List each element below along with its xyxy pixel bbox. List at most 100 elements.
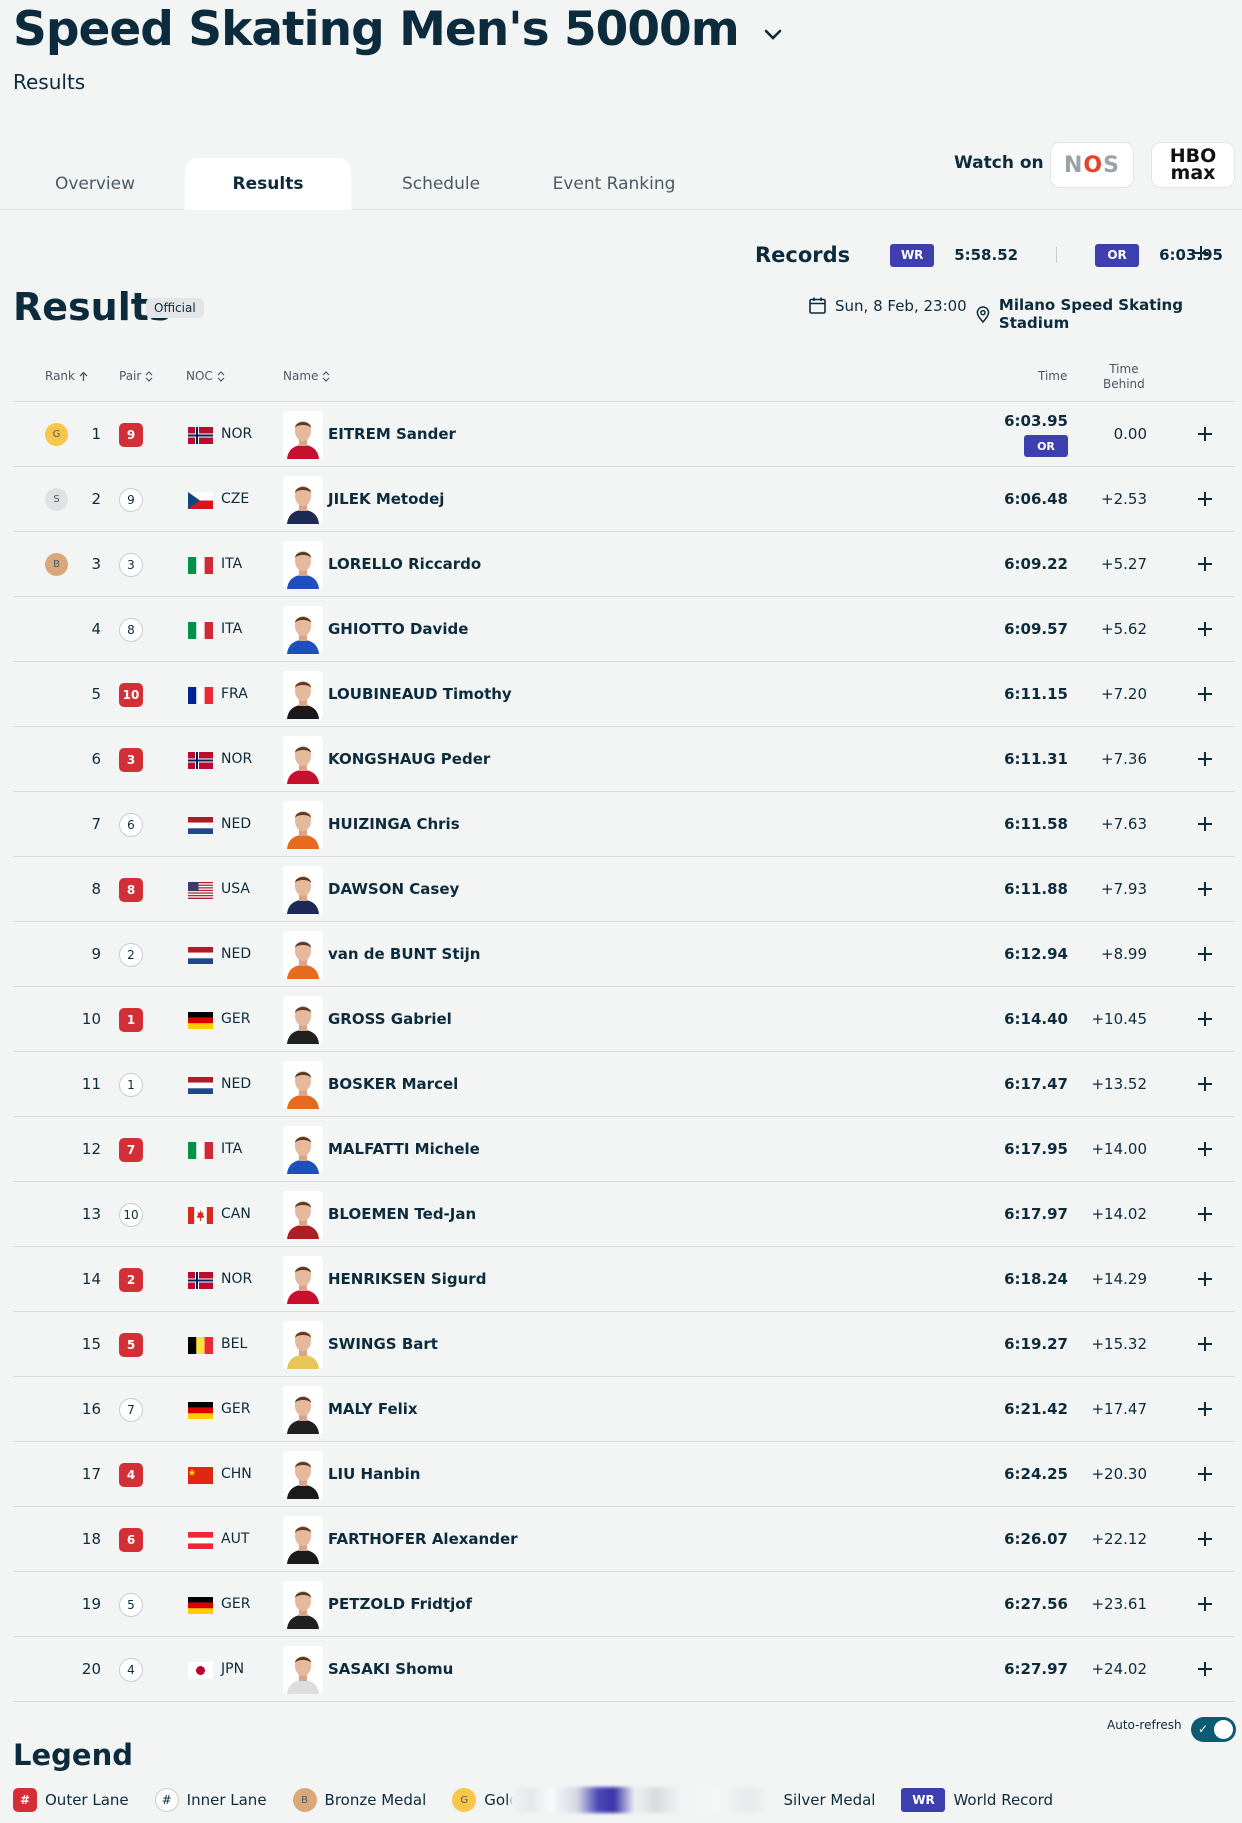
name-column-header[interactable]: Name <box>283 369 330 383</box>
flag-ned-icon <box>188 1077 213 1094</box>
athlete-name[interactable]: BOSKER Marcel <box>328 1075 458 1093</box>
time-header-label: Time <box>1038 369 1068 383</box>
athlete-avatar <box>283 1256 323 1304</box>
flag-can-icon <box>188 1207 213 1224</box>
hbo-max-broadcaster-button[interactable]: HBO max <box>1151 142 1235 188</box>
time-cell: 6:17.97 <box>1004 1205 1068 1223</box>
table-row[interactable]: 5 10 FRA LOUBINEAUD Timothy 6:11.15 +7.20 <box>13 662 1235 727</box>
table-row[interactable]: 14 2 NOR HENRIKSEN Sigurd 6:18.24 +14.29 <box>13 1247 1235 1312</box>
expand-row-plus-icon[interactable] <box>1195 489 1215 509</box>
tab-results[interactable]: Results <box>185 158 351 210</box>
tab-overview[interactable]: Overview <box>12 158 178 210</box>
location-pin-icon <box>976 305 990 323</box>
table-row[interactable]: 13 10 CAN BLOEMEN Ted-Jan 6:17.97 +14.02 <box>13 1182 1235 1247</box>
athlete-name[interactable]: MALFATTI Michele <box>328 1140 480 1158</box>
noc-cell: GER <box>221 1401 251 1417</box>
calendar-icon <box>809 297 826 314</box>
noc-column-header[interactable]: NOC <box>186 369 225 383</box>
athlete-avatar <box>283 1191 323 1239</box>
legend-label: Silver Medal <box>783 1791 876 1809</box>
expand-row-plus-icon[interactable] <box>1195 1334 1215 1354</box>
expand-row-plus-icon[interactable] <box>1195 1009 1215 1029</box>
table-row[interactable]: 19 5 GER PETZOLD Fridtjof 6:27.56 +23.61 <box>13 1572 1235 1637</box>
table-row[interactable]: 16 7 GER MALY Felix 6:21.42 +17.47 <box>13 1377 1235 1442</box>
records-label: Records <box>755 243 851 267</box>
legend-heading: Legend <box>13 1738 133 1772</box>
athlete-avatar <box>283 1061 323 1109</box>
tab-schedule[interactable]: Schedule <box>358 158 524 210</box>
expand-row-plus-icon[interactable] <box>1195 684 1215 704</box>
expand-row-plus-icon[interactable] <box>1195 1464 1215 1484</box>
athlete-name[interactable]: SASAKI Shomu <box>328 1660 453 1678</box>
noc-cell: BEL <box>221 1336 248 1352</box>
expand-row-plus-icon[interactable] <box>1195 619 1215 639</box>
rank-cell: 9 <box>91 945 101 963</box>
athlete-name[interactable]: LIU Hanbin <box>328 1465 420 1483</box>
athlete-name[interactable]: MALY Felix <box>328 1400 418 1418</box>
table-row[interactable]: 8 8 USA DAWSON Casey 6:11.88 +7.93 <box>13 857 1235 922</box>
time-behind-cell: +24.02 <box>1091 1660 1147 1678</box>
expand-row-plus-icon[interactable] <box>1195 1074 1215 1094</box>
athlete-name[interactable]: LORELLO Riccardo <box>328 555 481 573</box>
athlete-name[interactable]: GHIOTTO Davide <box>328 620 468 638</box>
athlete-name[interactable]: SWINGS Bart <box>328 1335 438 1353</box>
table-row[interactable]: 9 2 NED van de BUNT Stijn 6:12.94 +8.99 <box>13 922 1235 987</box>
expand-row-plus-icon[interactable] <box>1195 1139 1215 1159</box>
table-row[interactable]: 10 1 GER GROSS Gabriel 6:14.40 +10.45 <box>13 987 1235 1052</box>
records-expand-plus-icon[interactable] <box>1191 243 1211 263</box>
athlete-avatar <box>283 606 323 654</box>
athlete-name[interactable]: FARTHOFER Alexander <box>328 1530 518 1548</box>
athlete-name[interactable]: EITREM Sander <box>328 425 456 443</box>
outer-lane-pair-badge: 8 <box>119 878 143 902</box>
nos-broadcaster-button[interactable]: NOS <box>1050 142 1134 188</box>
table-row[interactable]: G 1 9 NOR EITREM Sander 6:03.95 OR 0.00 <box>13 402 1235 467</box>
event-venue[interactable]: Milano Speed Skating Stadium <box>975 296 1242 332</box>
time-cell: 6:09.22 <box>1004 555 1068 573</box>
table-row[interactable]: 11 1 NED BOSKER Marcel 6:17.47 +13.52 <box>13 1052 1235 1117</box>
table-row[interactable]: 17 4 CHN LIU Hanbin 6:24.25 +20.30 <box>13 1442 1235 1507</box>
expand-row-plus-icon[interactable] <box>1195 1594 1215 1614</box>
table-row[interactable]: 15 5 BEL SWINGS Bart 6:19.27 +15.32 <box>13 1312 1235 1377</box>
athlete-name[interactable]: BLOEMEN Ted-Jan <box>328 1205 476 1223</box>
expand-row-plus-icon[interactable] <box>1195 1659 1215 1679</box>
athlete-name[interactable]: GROSS Gabriel <box>328 1010 452 1028</box>
athlete-avatar <box>283 541 323 589</box>
chevron-down-icon[interactable] <box>761 23 785 47</box>
expand-row-plus-icon[interactable] <box>1195 814 1215 834</box>
expand-row-plus-icon[interactable] <box>1195 554 1215 574</box>
athlete-name[interactable]: JILEK Metodej <box>328 490 444 508</box>
expand-row-plus-icon[interactable] <box>1195 1269 1215 1289</box>
expand-row-plus-icon[interactable] <box>1195 424 1215 444</box>
athlete-name[interactable]: LOUBINEAUD Timothy <box>328 685 512 703</box>
expand-row-plus-icon[interactable] <box>1195 1529 1215 1549</box>
table-row[interactable]: B 3 3 ITA LORELLO Riccardo 6:09.22 +5.27 <box>13 532 1235 597</box>
athlete-name[interactable]: HENRIKSEN Sigurd <box>328 1270 486 1288</box>
table-row[interactable]: 7 6 NED HUIZINGA Chris 6:11.58 +7.63 <box>13 792 1235 857</box>
athlete-avatar <box>283 1581 323 1629</box>
athlete-avatar <box>283 931 323 979</box>
time-behind-cell: +14.00 <box>1091 1140 1147 1158</box>
athlete-name[interactable]: KONGSHAUG Peder <box>328 750 490 768</box>
athlete-name[interactable]: DAWSON Casey <box>328 880 459 898</box>
athlete-name[interactable]: HUIZINGA Chris <box>328 815 460 833</box>
table-row[interactable]: 12 7 ITA MALFATTI Michele 6:17.95 +14.00 <box>13 1117 1235 1182</box>
rank-cell: 19 <box>81 1595 101 1613</box>
expand-row-plus-icon[interactable] <box>1195 879 1215 899</box>
rank-column-header[interactable]: Rank <box>45 369 88 383</box>
pair-column-header[interactable]: Pair <box>119 369 153 383</box>
table-row[interactable]: 20 4 JPN SASAKI Shomu 6:27.97 +24.02 <box>13 1637 1235 1702</box>
athlete-name[interactable]: PETZOLD Fridtjof <box>328 1595 472 1613</box>
table-row[interactable]: 6 3 NOR KONGSHAUG Peder 6:11.31 +7.36 <box>13 727 1235 792</box>
table-row[interactable]: 4 8 ITA GHIOTTO Davide 6:09.57 +5.62 <box>13 597 1235 662</box>
expand-row-plus-icon[interactable] <box>1195 944 1215 964</box>
table-row[interactable]: 18 6 AUT FARTHOFER Alexander 6:26.07 +22.12 <box>13 1507 1235 1572</box>
auto-refresh-toggle[interactable]: ✓ <box>1191 1717 1236 1742</box>
expand-row-plus-icon[interactable] <box>1195 1204 1215 1224</box>
expand-row-plus-icon[interactable] <box>1195 749 1215 769</box>
expand-row-plus-icon[interactable] <box>1195 1399 1215 1419</box>
tab-event-ranking[interactable]: Event Ranking <box>531 158 697 210</box>
official-status-badge: Official <box>146 298 204 318</box>
flag-jpn-icon <box>188 1662 213 1679</box>
table-row[interactable]: S 2 9 CZE JILEK Metodej 6:06.48 +2.53 <box>13 467 1235 532</box>
athlete-name[interactable]: van de BUNT Stijn <box>328 945 481 963</box>
